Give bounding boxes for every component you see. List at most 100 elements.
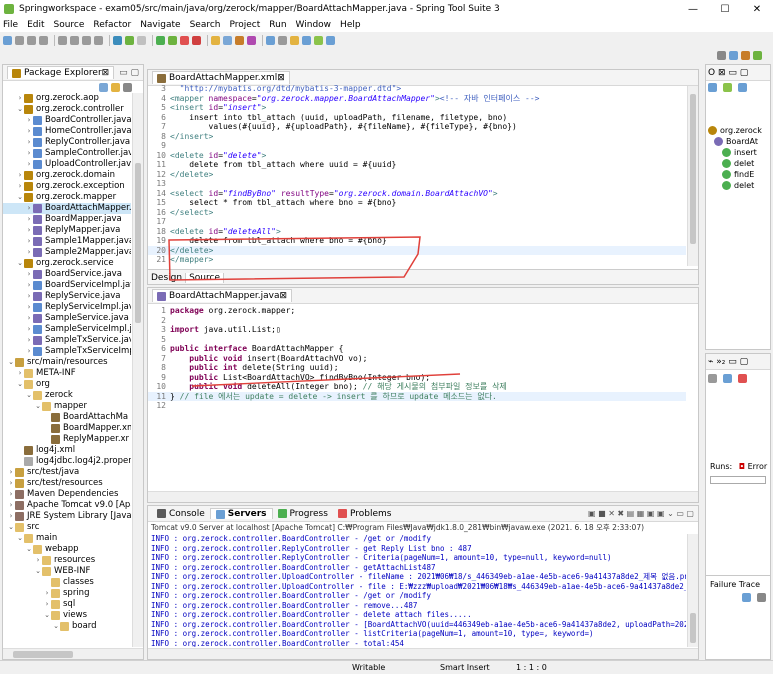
tree-node[interactable]: › BoardAttachMapper.ja [3, 203, 131, 214]
tree-node[interactable]: BoardAttachMa [3, 412, 131, 423]
toolbar-button-icon[interactable] [39, 35, 48, 45]
tree-node[interactable]: ⌄ WEB-INF [3, 566, 131, 577]
tree-toggle-icon[interactable]: › [25, 137, 33, 148]
console-vertical-scrollbar[interactable] [687, 534, 698, 647]
toolbar-button-icon[interactable] [3, 35, 12, 45]
console-tab-console[interactable]: Console [152, 509, 210, 519]
link-editor-icon[interactable] [111, 82, 120, 92]
tree-node[interactable]: › org.zerock.domain [3, 170, 131, 181]
hide-fields-icon[interactable] [722, 83, 732, 92]
menu-run[interactable]: Run [269, 20, 286, 30]
code-line[interactable]: 13 [148, 179, 686, 189]
tree-node[interactable]: ⌄ org.zerock.service [3, 258, 131, 269]
outline-item[interactable]: delet [708, 158, 770, 169]
tree-toggle-icon[interactable]: ⌄ [7, 357, 15, 368]
tree-node[interactable]: ⌄ src/main/resources [3, 357, 131, 368]
tree-node[interactable]: classes [3, 577, 131, 588]
toolbar-button-icon[interactable] [290, 35, 299, 45]
code-line[interactable]: 3 "http://mybatis.org/dtd/mybatis-3-mapp… [148, 84, 686, 94]
tree-node[interactable]: › SampleController.java [3, 148, 131, 159]
tree-toggle-icon[interactable]: › [25, 115, 33, 126]
tree-toggle-icon[interactable]: › [25, 313, 33, 324]
outline-item[interactable]: delet [708, 180, 770, 191]
tree-node[interactable]: › spring [3, 588, 131, 599]
toolbar-button-icon[interactable] [168, 35, 177, 45]
code-line[interactable]: 4 <mapper namespace="org.zerock.mapper.Bo… [148, 94, 686, 104]
console-output[interactable]: INFO : org.zerock.controller.BoardContro… [148, 534, 686, 647]
code-line[interactable]: 11} // file 에서는 update = delete -> inser… [148, 391, 686, 401]
toolbar-button-icon[interactable] [326, 35, 335, 45]
toolbar-button-icon[interactable] [278, 35, 287, 45]
tree-node[interactable]: › Maven Dependencies [3, 489, 131, 500]
toolbar-button-icon[interactable] [314, 35, 323, 45]
filter-trace-icon[interactable] [742, 593, 751, 602]
close-button[interactable]: ✕ [741, 0, 773, 18]
toolbar-button-icon[interactable] [302, 35, 311, 45]
package-explorer-tab[interactable]: Package Explorer ⊠ [7, 66, 115, 79]
tree-toggle-icon[interactable]: › [25, 280, 33, 291]
toolbar-button-icon[interactable] [223, 35, 232, 45]
code-line[interactable]: 12 [148, 401, 686, 411]
tree-toggle-icon[interactable]: ⌄ [16, 258, 24, 269]
tree-node[interactable]: › BoardMapper.java [3, 214, 131, 225]
stop-icon[interactable] [737, 374, 747, 383]
tree-toggle-icon[interactable]: › [25, 269, 33, 280]
tree-toggle-icon[interactable]: › [7, 511, 15, 522]
toolbar-button-icon[interactable] [94, 35, 103, 45]
tree-node[interactable]: › org.zerock.exception [3, 181, 131, 192]
tree-node[interactable]: › SampleService.java [3, 313, 131, 324]
tree-node[interactable]: ⌄ board [3, 621, 131, 632]
tree-toggle-icon[interactable]: › [43, 599, 51, 610]
sort-icon[interactable] [708, 83, 717, 92]
code-line[interactable]: 1 package org.zerock.mapper; [148, 306, 686, 316]
toolbar-button-icon[interactable] [266, 35, 275, 45]
toolbar-button-icon[interactable] [113, 35, 122, 45]
code-line[interactable]: 14 <select id="findByBno" resultType="org… [148, 189, 686, 199]
tree-toggle-icon[interactable]: › [7, 500, 15, 511]
toolbar-button-icon[interactable] [156, 35, 165, 45]
tree-toggle-icon[interactable]: › [25, 324, 33, 335]
code-line[interactable]: 18 <delete id="deleteAll"> [148, 227, 686, 237]
tree-toggle-icon[interactable]: › [16, 368, 24, 379]
toolbar-button-icon[interactable] [125, 35, 134, 45]
tree-node[interactable]: ⌄ webapp [3, 544, 131, 555]
tree-toggle-icon[interactable]: ⌄ [25, 544, 33, 555]
tree-toggle-icon[interactable]: › [25, 291, 33, 302]
tree-node[interactable]: ⌄ src [3, 522, 131, 533]
tree-node[interactable]: › src/test/resources [3, 478, 131, 489]
java-editor-tab[interactable]: BoardAttachMapper.java ⊠ [152, 289, 293, 302]
tree-toggle-icon[interactable]: ⌄ [34, 401, 42, 412]
java-code-area[interactable]: 1 package org.zerock.mapper; 2 3 import java… [148, 306, 686, 486]
toolbar-button-icon[interactable] [192, 35, 201, 45]
toolbar-button-icon[interactable] [15, 35, 24, 45]
tree-toggle-icon[interactable]: › [25, 126, 33, 137]
copy-trace-icon[interactable] [756, 593, 766, 602]
tree-node[interactable]: › Sample2Mapper.java [3, 247, 131, 258]
minimize-button[interactable]: — [677, 0, 709, 18]
tree-toggle-icon[interactable]: › [25, 203, 33, 214]
tree-toggle-icon[interactable]: › [25, 236, 33, 247]
next-failure-icon[interactable] [708, 374, 717, 383]
tree-toggle-icon[interactable]: › [25, 302, 33, 313]
tree-node[interactable]: › UploadController.java [3, 159, 131, 170]
code-line[interactable]: 8 </insert> [148, 132, 686, 142]
tree-toggle-icon[interactable]: ⌄ [7, 522, 15, 533]
xml-vertical-scrollbar[interactable] [687, 86, 698, 266]
java-ee-perspective-icon[interactable] [741, 50, 750, 60]
tree-node[interactable]: › ReplyService.java [3, 291, 131, 302]
code-line[interactable]: 15 select * from tbl_attach where bno = … [148, 198, 686, 208]
toolbar-button-icon[interactable] [27, 35, 36, 45]
spring-perspective-icon[interactable] [753, 50, 762, 60]
menu-search[interactable]: Search [190, 20, 221, 30]
open-perspective-icon[interactable] [729, 50, 738, 60]
menu-window[interactable]: Window [296, 20, 332, 30]
tree-toggle-icon[interactable]: › [25, 225, 33, 236]
toolbar-button-icon[interactable] [137, 35, 146, 45]
console-tab-problems[interactable]: Problems [333, 509, 396, 519]
tree-node[interactable]: ⌄ org.zerock.controller [3, 104, 131, 115]
tree-node[interactable]: ⌄ views [3, 610, 131, 621]
tree-node[interactable]: › BoardServiceImpl.java [3, 280, 131, 291]
tree-toggle-icon[interactable]: › [43, 588, 51, 599]
code-line[interactable]: 7 public void insert(BoardAttachVO vo); [148, 354, 686, 364]
tree-node[interactable]: › JRE System Library [JavaSE- [3, 511, 131, 522]
